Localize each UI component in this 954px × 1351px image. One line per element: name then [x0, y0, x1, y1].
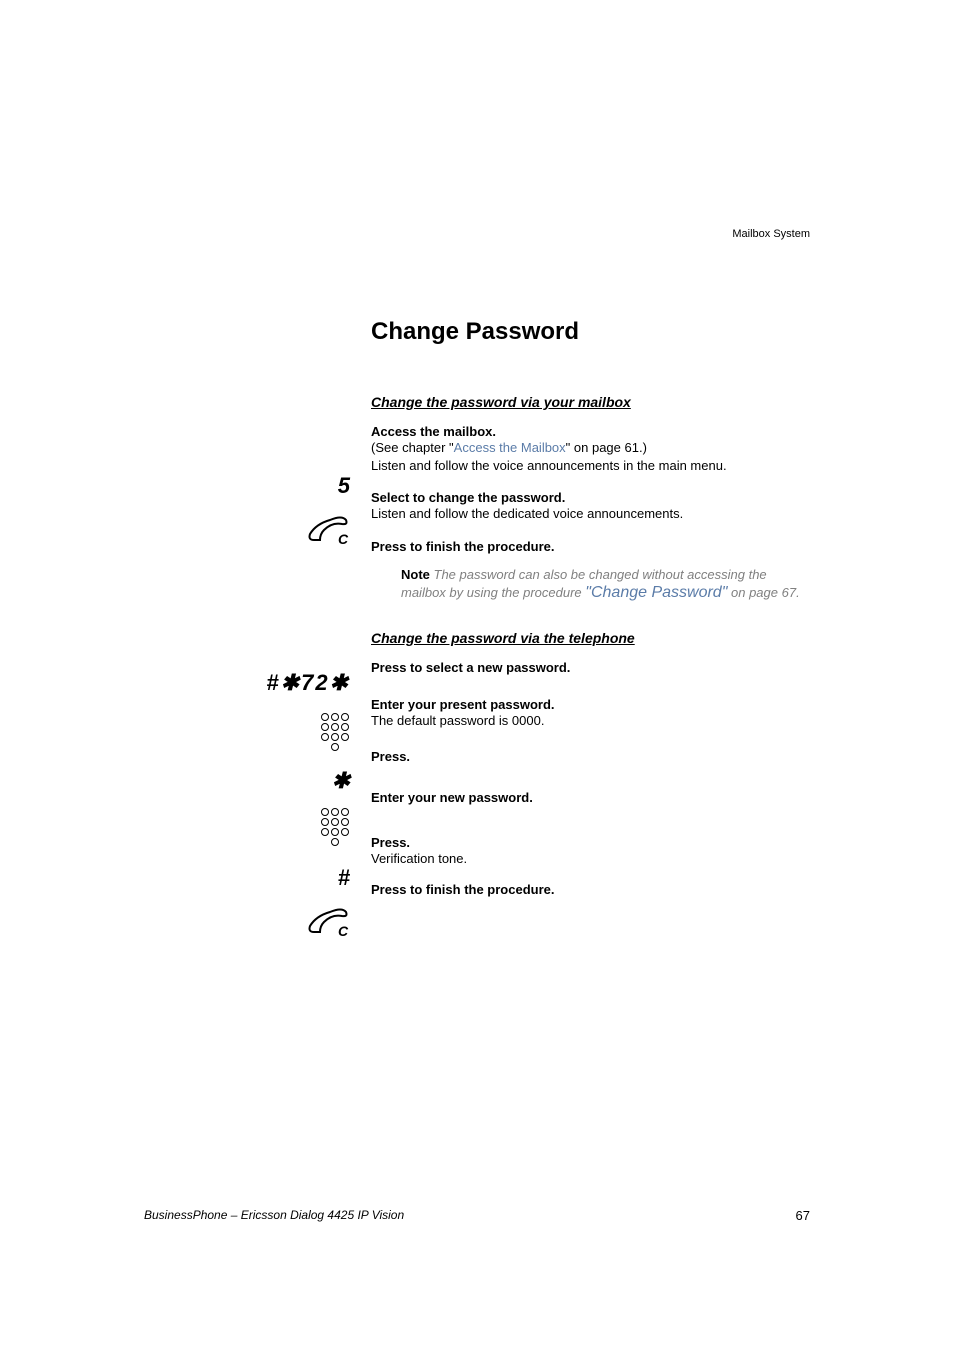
hash-icon: # — [140, 865, 350, 891]
step-enter-new: Enter your new password. — [371, 790, 811, 805]
step-select-change: Select to change the password. Listen an… — [371, 490, 811, 523]
subheading-telephone: Change the password via the telephone — [371, 630, 811, 646]
step-access-mailbox: Access the mailbox. (See chapter "Access… — [371, 424, 811, 474]
footer-product: BusinessPhone – Ericsson Dialog 4425 IP … — [144, 1208, 404, 1223]
note-label: Note — [401, 567, 430, 582]
star-glyph: ✱ — [332, 768, 350, 793]
page-footer: BusinessPhone – Ericsson Dialog 4425 IP … — [144, 1208, 810, 1223]
handset-c-icon: C — [140, 516, 350, 551]
note-body: on page 67. — [727, 585, 799, 600]
subheading-mailbox: Change the password via your mailbox — [371, 394, 811, 410]
step-text: Listen and follow the dedicated voice an… — [371, 505, 811, 523]
step-bold: Press. — [371, 835, 811, 850]
keypad-icon — [140, 807, 350, 852]
step-finish-2: Press to finish the procedure. — [371, 882, 811, 897]
note-block: Note The password can also be changed wi… — [401, 566, 811, 602]
step-text: (See chapter "Access the Mailbox" on pag… — [371, 439, 811, 457]
step-bold: Enter your present password. — [371, 697, 811, 712]
step-bold: Select to change the password. — [371, 490, 811, 505]
main-content: Change Password Change the password via … — [371, 318, 811, 913]
text-fragment: (See chapter " — [371, 440, 454, 455]
step-press-star: Press. — [371, 749, 811, 764]
page-number: 67 — [796, 1208, 810, 1223]
step-press-hash: Press. Verification tone. — [371, 835, 811, 868]
step-press-select: Press to select a new password. — [371, 660, 811, 675]
hash-glyph: # — [338, 865, 350, 890]
page-title: Change Password — [371, 318, 811, 346]
digit-5-icon: 5 — [338, 473, 350, 498]
handset-c-icon: C — [140, 908, 350, 943]
step-text: Listen and follow the voice announcement… — [371, 457, 811, 475]
step-bold: Press to select a new password. — [371, 660, 811, 675]
step-finish: Press to finish the procedure. — [371, 539, 811, 554]
text-fragment: " on page 61.) — [566, 440, 647, 455]
page: Mailbox System 5 C #✱72✱ — [0, 0, 954, 1351]
glyph-5: 5 — [140, 473, 350, 499]
step-bold: Press to finish the procedure. — [371, 539, 811, 554]
glyph-code: #✱72✱ — [140, 670, 350, 696]
keypad-icon — [140, 712, 350, 757]
step-text: Verification tone. — [371, 850, 811, 868]
c-label: C — [338, 531, 349, 546]
star-icon: ✱ — [140, 768, 350, 794]
step-bold: Enter your new password. — [371, 790, 811, 805]
link-change-password[interactable]: "Change Password" — [585, 584, 727, 601]
step-bold: Press to finish the procedure. — [371, 882, 811, 897]
link-access-mailbox[interactable]: Access the Mailbox — [454, 440, 566, 455]
svg-text:C: C — [338, 923, 349, 938]
running-header: Mailbox System — [732, 228, 810, 240]
step-text: The default password is 0000. — [371, 712, 811, 730]
dial-code-icon: #✱72✱ — [266, 670, 350, 695]
step-bold: Press. — [371, 749, 811, 764]
step-bold: Access the mailbox. — [371, 424, 811, 439]
step-enter-present: Enter your present password. The default… — [371, 697, 811, 730]
